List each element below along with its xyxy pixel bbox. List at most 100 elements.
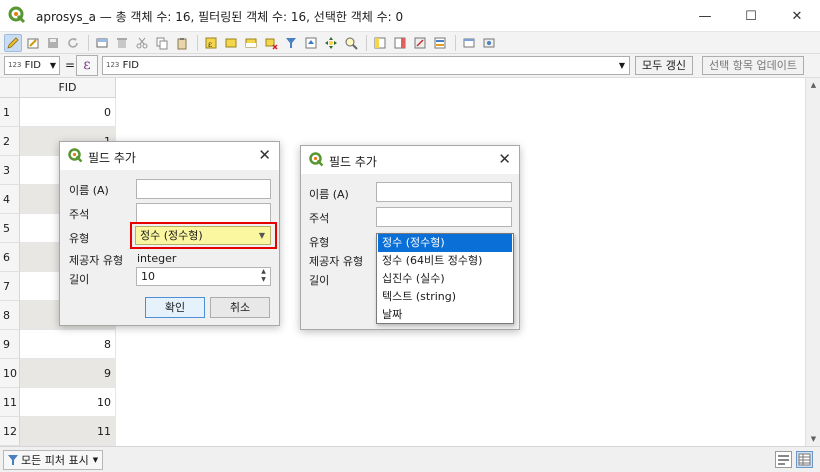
dialog-title-bar: 필드 추가 ✕ <box>301 146 519 174</box>
table-cell[interactable]: 9 <box>20 359 116 388</box>
invert-selection-icon[interactable] <box>242 34 260 52</box>
new-field-icon[interactable] <box>371 34 389 52</box>
close-icon[interactable]: ✕ <box>498 150 511 168</box>
cut-icon[interactable] <box>133 34 151 52</box>
maximize-button[interactable]: ☐ <box>728 0 774 32</box>
table-cell[interactable]: 8 <box>20 330 116 359</box>
actions-icon[interactable] <box>480 34 498 52</box>
close-icon[interactable]: ✕ <box>258 146 271 164</box>
delete-field-icon[interactable] <box>391 34 409 52</box>
filter-icon[interactable] <box>282 34 300 52</box>
add-field-dialog-right: 필드 추가 ✕ 이름 (A) 주석 유형 제공자 유형 길이 정수 (정수형) … <box>300 145 520 330</box>
close-window-button[interactable]: ✕ <box>774 0 820 32</box>
chevron-down-icon: ▼ <box>49 61 56 70</box>
qgis-logo-icon <box>68 148 83 163</box>
scroll-down-icon[interactable]: ▼ <box>806 432 820 446</box>
field-calculator-icon[interactable] <box>411 34 429 52</box>
dropdown-option[interactable]: 십진수 (실수) <box>378 270 512 288</box>
copy-icon[interactable] <box>153 34 171 52</box>
conditional-formatting-icon[interactable] <box>431 34 449 52</box>
row-header[interactable]: 5 <box>0 214 20 243</box>
row-header[interactable]: 9 <box>0 330 20 359</box>
reload-icon[interactable] <box>64 34 82 52</box>
equals-label: = <box>65 58 76 72</box>
dialog-title-bar: 필드 추가 ✕ <box>60 142 279 170</box>
row-header[interactable]: 1 <box>0 98 20 127</box>
select-by-expression-icon[interactable]: ε <box>202 34 220 52</box>
show-all-features-label: 모든 피처 표시 <box>21 454 89 467</box>
highlight-box <box>130 222 277 249</box>
dropdown-option[interactable]: 텍스트 (string) <box>378 288 512 306</box>
update-all-button[interactable]: 모두 갱신 <box>635 56 693 75</box>
row-header[interactable]: 10 <box>0 359 20 388</box>
type-label: 유형 <box>309 236 330 249</box>
comment-input[interactable] <box>136 203 271 223</box>
provider-type-value: integer <box>137 252 177 265</box>
delete-feature-icon[interactable] <box>113 34 131 52</box>
table-cell[interactable]: 10 <box>20 388 116 417</box>
select-all-icon[interactable] <box>222 34 240 52</box>
row-header[interactable]: 3 <box>0 156 20 185</box>
row-header[interactable]: 7 <box>0 272 20 301</box>
vertical-scrollbar[interactable]: ▲ ▼ <box>805 78 820 446</box>
show-all-features-button[interactable]: 모든 피처 표시 ▼ <box>3 450 104 470</box>
paste-icon[interactable] <box>173 34 191 52</box>
row-header[interactable]: 4 <box>0 185 20 214</box>
add-field-dialog-left: 필드 추가 ✕ 이름 (A) 주석 유형 정수 (정수형) ▼ 제공자 유형 i… <box>59 141 280 326</box>
table-cell[interactable]: 0 <box>20 98 116 127</box>
column-header-fid[interactable]: FID <box>20 78 116 98</box>
save-edits-icon[interactable] <box>44 34 62 52</box>
dropdown-option[interactable]: 날짜 <box>378 306 512 324</box>
toolbar-divider <box>88 34 89 51</box>
row-header[interactable]: 6 <box>0 243 20 272</box>
toolbar-divider <box>366 34 367 51</box>
form-view-icon[interactable] <box>775 451 792 468</box>
chevron-down-icon: ▼ <box>618 61 625 70</box>
field-select-value: FID <box>24 60 41 71</box>
type-dropdown-list: 정수 (정수형) 정수 (64비트 정수형) 십진수 (실수) 텍스트 (str… <box>376 233 514 324</box>
title-bar: aprosys_a — 총 객체 수: 16, 필터링된 객체 수: 16, 선… <box>0 0 820 32</box>
length-label: 길이 <box>69 273 90 286</box>
add-feature-icon[interactable] <box>93 34 111 52</box>
table-corner[interactable] <box>0 78 20 98</box>
status-bar: 모든 피처 표시 ▼ <box>0 446 820 472</box>
scroll-up-icon[interactable]: ▲ <box>806 78 820 92</box>
multi-edit-icon[interactable] <box>24 34 42 52</box>
row-header[interactable]: 8 <box>0 301 20 330</box>
zoom-to-selection-icon[interactable] <box>342 34 360 52</box>
window-title: aprosys_a — 총 객체 수: 16, 필터링된 객체 수: 16, 선… <box>36 10 404 24</box>
dock-table-icon[interactable] <box>460 34 478 52</box>
cancel-button[interactable]: 취소 <box>210 297 270 318</box>
update-selected-button[interactable]: 선택 항목 업데이트 <box>702 56 804 75</box>
qgis-logo-icon <box>8 6 26 24</box>
comment-input[interactable] <box>376 207 512 227</box>
comment-label: 주석 <box>309 212 330 225</box>
spin-arrows-icon[interactable]: ▲ ▼ <box>258 268 269 285</box>
ok-button[interactable]: 확인 <box>145 297 205 318</box>
provider-type-label: 제공자 유형 <box>69 254 124 267</box>
expression-input[interactable]: 123 FID ▼ <box>102 56 630 75</box>
toggle-editing-icon[interactable] <box>4 33 22 52</box>
dropdown-option[interactable]: 정수 (64비트 정수형) <box>378 252 512 270</box>
pan-to-selection-icon[interactable] <box>322 34 340 52</box>
table-view-icon[interactable] <box>796 451 813 468</box>
name-label: 이름 (A) <box>69 184 109 197</box>
filter-icon <box>8 455 18 465</box>
expression-builder-button[interactable]: ε <box>76 55 98 76</box>
field-select-dropdown[interactable]: 123 FID ▼ <box>4 56 60 75</box>
row-header[interactable]: 11 <box>0 388 20 417</box>
name-input[interactable] <box>376 182 512 202</box>
attribute-toolbar: ε <box>0 32 820 54</box>
move-selection-top-icon[interactable] <box>302 34 320 52</box>
dialog-title: 필드 추가 <box>329 155 377 169</box>
table-cell[interactable]: 11 <box>20 417 116 446</box>
name-input[interactable] <box>136 179 271 199</box>
row-header[interactable]: 12 <box>0 417 20 446</box>
length-spinbox[interactable]: 10 ▲ ▼ <box>136 267 271 286</box>
row-header[interactable]: 2 <box>0 127 20 156</box>
length-label: 길이 <box>309 274 330 287</box>
deselect-all-icon[interactable] <box>262 34 280 52</box>
dropdown-option[interactable]: 정수 (정수형) <box>378 234 512 252</box>
minimize-button[interactable]: — <box>682 0 728 32</box>
provider-type-label: 제공자 유형 <box>309 255 364 268</box>
